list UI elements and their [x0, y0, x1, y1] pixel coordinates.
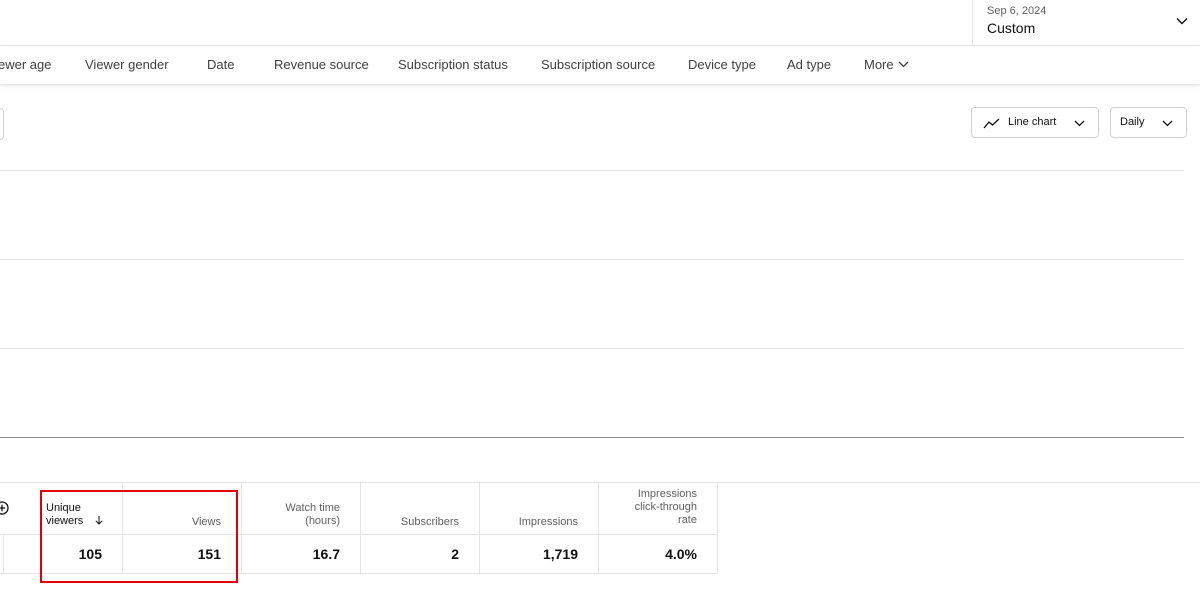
tab-ad-type[interactable]: Ad type: [787, 57, 831, 72]
line-chart-icon: [983, 118, 1000, 129]
chevron-down-icon: [1074, 120, 1085, 127]
column-header-ctr[interactable]: Impressions click-through rate: [635, 488, 697, 527]
chart-type-dropdown[interactable]: Line chart: [971, 107, 1099, 138]
cell-subscribers: 2: [451, 546, 459, 562]
date-range-selector[interactable]: Sep 6, 2024 Custom: [972, 0, 1200, 45]
top-bar: Sep 6, 2024 Custom: [0, 0, 1200, 46]
column-header-watch-time[interactable]: Watch time (hours): [285, 502, 340, 528]
column-header-line: Impressions: [637, 488, 697, 500]
period-label: Daily: [1120, 116, 1145, 128]
chart-gridline: [0, 259, 1184, 260]
table-column-rule: [717, 482, 718, 574]
chevron-down-icon: [1176, 18, 1188, 25]
date-range-value: Custom: [987, 20, 1036, 36]
column-header-subscribers[interactable]: Subscribers: [401, 516, 459, 529]
tab-subscription-status[interactable]: Subscription status: [398, 57, 508, 72]
column-header-impressions[interactable]: Impressions: [519, 516, 578, 529]
table-top-rule: [0, 482, 1200, 483]
date-range-label: Sep 6, 2024: [987, 5, 1047, 17]
column-header-line: click-through: [634, 501, 697, 513]
search-field-edge[interactable]: [0, 108, 4, 140]
table-column-rule: [360, 482, 361, 574]
column-header-line: (hours): [305, 515, 340, 527]
tab-viewer-age[interactable]: ewer age: [0, 57, 51, 72]
period-dropdown[interactable]: Daily: [1110, 107, 1187, 138]
table-column-rule: [241, 482, 242, 574]
cell-impressions: 1,719: [542, 546, 578, 562]
highlight-annotation-box: [40, 490, 238, 583]
column-header-line: Watch time: [285, 502, 340, 514]
column-header-line: rate: [678, 514, 697, 526]
table-column-rule: [479, 482, 480, 574]
tab-more-label: More: [864, 57, 894, 72]
table-column-rule: [3, 534, 4, 574]
tab-date[interactable]: Date: [207, 57, 234, 72]
tab-device-type[interactable]: Device type: [688, 57, 756, 72]
chart-gridline: [0, 348, 1184, 349]
cell-watch-time: 16.7: [312, 546, 340, 562]
line-chart: [0, 170, 1184, 440]
tab-subscription-source[interactable]: Subscription source: [541, 57, 655, 72]
chevron-down-icon: [898, 61, 909, 68]
chart-type-label: Line chart: [1008, 116, 1057, 128]
tab-more[interactable]: More: [864, 57, 910, 72]
dimension-tabs: ewer age Viewer gender Date Revenue sour…: [0, 46, 1200, 85]
table-column-rule: [598, 482, 599, 574]
chart-x-axis: [0, 437, 1184, 438]
chevron-down-icon: [1162, 120, 1173, 127]
tab-revenue-source[interactable]: Revenue source: [274, 57, 369, 72]
tab-viewer-gender[interactable]: Viewer gender: [85, 57, 169, 72]
chart-gridline: [0, 170, 1184, 171]
cell-ctr: 4.0%: [665, 546, 697, 562]
add-circle-icon[interactable]: [0, 501, 9, 515]
